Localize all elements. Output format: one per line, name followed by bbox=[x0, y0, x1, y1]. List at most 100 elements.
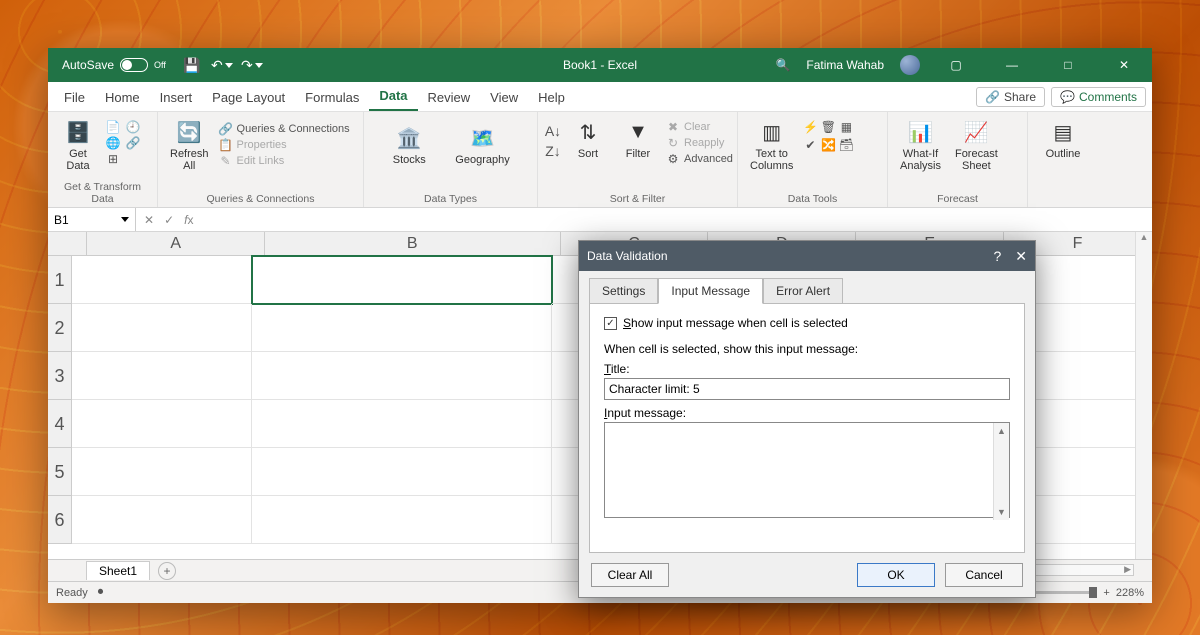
sort-button[interactable]: ⇅ Sort bbox=[566, 116, 610, 162]
comments-button[interactable]: 💬 Comments bbox=[1051, 87, 1146, 107]
from-table-icon[interactable]: ⊞ bbox=[106, 152, 120, 166]
row-header-5[interactable]: 5 bbox=[48, 448, 72, 496]
col-header-B[interactable]: B bbox=[265, 232, 561, 256]
tab-page-layout[interactable]: Page Layout bbox=[202, 84, 295, 111]
from-web-icon[interactable]: 🌐 bbox=[106, 136, 120, 150]
filter-button[interactable]: ▼ Filter bbox=[616, 116, 660, 162]
cell-B5[interactable] bbox=[252, 448, 552, 496]
cell-B6[interactable] bbox=[252, 496, 552, 544]
sort-za-icon[interactable]: Z↓ bbox=[546, 144, 560, 158]
textarea-scrollbar[interactable]: ▲ ▼ bbox=[993, 423, 1009, 520]
tab-home[interactable]: Home bbox=[95, 84, 150, 111]
consolidate-icon[interactable]: ▦ bbox=[839, 120, 853, 134]
tab-review[interactable]: Review bbox=[418, 84, 481, 111]
data-model-icon[interactable]: 🗃 bbox=[839, 138, 853, 152]
row-header-1[interactable]: 1 bbox=[48, 256, 72, 304]
forecast-sheet-button[interactable]: 📈 Forecast Sheet bbox=[951, 116, 1002, 174]
stocks-button[interactable]: 🏛️ Stocks bbox=[387, 122, 431, 168]
dialog-titlebar[interactable]: Data Validation ? ✕ bbox=[579, 241, 1035, 271]
user-name[interactable]: Fatima Wahab bbox=[806, 58, 884, 72]
tab-help[interactable]: Help bbox=[528, 84, 575, 111]
dialog-help-icon[interactable]: ? bbox=[993, 248, 1001, 265]
row-header-3[interactable]: 3 bbox=[48, 352, 72, 400]
cell-A1[interactable] bbox=[72, 256, 252, 304]
cell-B3[interactable] bbox=[252, 352, 552, 400]
cell-B2[interactable] bbox=[252, 304, 552, 352]
flash-fill-icon[interactable]: ⚡ bbox=[803, 120, 817, 134]
col-header-A[interactable]: A bbox=[87, 232, 264, 256]
select-all-corner[interactable] bbox=[48, 232, 87, 256]
dialog-tab-error-alert[interactable]: Error Alert bbox=[763, 278, 843, 304]
cell-B4[interactable] bbox=[252, 400, 552, 448]
checkbox-icon[interactable]: ✓ bbox=[604, 317, 617, 330]
minimize-button[interactable]: — bbox=[992, 48, 1032, 82]
data-validation-icon[interactable]: ✔ bbox=[803, 138, 817, 152]
zoom-in-button[interactable]: + bbox=[1103, 587, 1109, 599]
input-message-textarea[interactable] bbox=[604, 422, 1010, 518]
share-button[interactable]: 🔗 Share bbox=[976, 87, 1045, 107]
add-sheet-button[interactable]: + bbox=[158, 562, 176, 580]
get-data-button[interactable]: 🗄️ Get Data bbox=[56, 116, 100, 174]
clear-icon: ✖ bbox=[666, 120, 680, 134]
search-icon[interactable]: 🔍 bbox=[775, 58, 790, 72]
cancel-button[interactable]: Cancel bbox=[945, 563, 1023, 587]
advanced-filter-button[interactable]: ⚙Advanced bbox=[666, 152, 733, 166]
undo-icon[interactable]: ↶ bbox=[214, 57, 230, 73]
show-input-message-checkbox[interactable]: ✓ Show input message when cell is select… bbox=[604, 316, 1010, 330]
what-if-analysis-button[interactable]: 📊 What-If Analysis bbox=[896, 116, 945, 174]
cell-A4[interactable] bbox=[72, 400, 252, 448]
tab-file[interactable]: File bbox=[54, 84, 95, 111]
tab-insert[interactable]: Insert bbox=[150, 84, 203, 111]
confirm-edit-icon[interactable]: ✓ bbox=[164, 213, 174, 227]
redo-icon[interactable]: ↷ bbox=[244, 57, 260, 73]
user-avatar[interactable] bbox=[900, 55, 920, 75]
outline-button[interactable]: ▤ Outline bbox=[1041, 116, 1085, 162]
scroll-up-icon[interactable]: ▲ bbox=[1136, 232, 1152, 248]
macro-record-icon[interactable]: ⏺ bbox=[98, 586, 104, 599]
name-box-dropdown-icon[interactable] bbox=[121, 217, 129, 222]
clear-filter-button: ✖Clear bbox=[666, 120, 733, 134]
cell-A3[interactable] bbox=[72, 352, 252, 400]
tab-data[interactable]: Data bbox=[369, 82, 417, 111]
existing-connections-icon[interactable]: 🔗 bbox=[126, 136, 140, 150]
cell-A2[interactable] bbox=[72, 304, 252, 352]
refresh-all-button[interactable]: 🔄 Refresh All bbox=[166, 116, 213, 174]
autosave-switch-icon[interactable] bbox=[120, 58, 148, 72]
sort-az-icon[interactable]: A↓ bbox=[546, 124, 560, 138]
dialog-tab-input-message[interactable]: Input Message bbox=[658, 278, 763, 304]
maximize-button[interactable]: □ bbox=[1048, 48, 1088, 82]
fx-icon[interactable]: fx bbox=[184, 213, 193, 227]
from-text-icon[interactable]: 📄 bbox=[106, 120, 120, 134]
vertical-scrollbar[interactable]: ▲ bbox=[1135, 232, 1152, 559]
relationships-icon[interactable]: 🔀 bbox=[821, 138, 835, 152]
row-header-2[interactable]: 2 bbox=[48, 304, 72, 352]
geography-button[interactable]: 🗺️ Geography bbox=[451, 122, 513, 168]
cancel-edit-icon[interactable]: ✕ bbox=[144, 213, 154, 227]
scroll-down-icon[interactable]: ▼ bbox=[994, 504, 1009, 520]
row-header-4[interactable]: 4 bbox=[48, 400, 72, 448]
row-header-6[interactable]: 6 bbox=[48, 496, 72, 544]
remove-duplicates-icon[interactable]: 🗑 bbox=[821, 120, 835, 134]
autosave-toggle[interactable]: AutoSave Off bbox=[62, 58, 166, 72]
cell-A6[interactable] bbox=[72, 496, 252, 544]
cell-A5[interactable] bbox=[72, 448, 252, 496]
close-button[interactable]: ✕ bbox=[1104, 48, 1144, 82]
queries-connections-button[interactable]: 🔗Queries & Connections bbox=[219, 122, 350, 136]
tab-formulas[interactable]: Formulas bbox=[295, 84, 369, 111]
reapply-button: ↻Reapply bbox=[666, 136, 733, 150]
text-to-columns-button[interactable]: ▥ Text to Columns bbox=[746, 116, 797, 174]
dialog-close-icon[interactable]: ✕ bbox=[1015, 248, 1027, 265]
cell-B1[interactable] bbox=[252, 256, 552, 304]
scroll-up-icon[interactable]: ▲ bbox=[994, 423, 1009, 439]
name-box[interactable]: B1 bbox=[48, 208, 136, 231]
ok-button[interactable]: OK bbox=[857, 563, 935, 587]
sheet-tab-1[interactable]: Sheet1 bbox=[86, 561, 150, 580]
zoom-value[interactable]: 228% bbox=[1116, 587, 1144, 599]
dialog-tab-settings[interactable]: Settings bbox=[589, 278, 658, 304]
save-icon[interactable]: 💾 bbox=[184, 57, 200, 73]
title-input[interactable] bbox=[604, 378, 1010, 400]
tab-view[interactable]: View bbox=[480, 84, 528, 111]
recent-sources-icon[interactable]: 🕘 bbox=[126, 120, 140, 134]
ribbon-display-options-icon[interactable]: ▢ bbox=[936, 48, 976, 82]
clear-all-button[interactable]: Clear All bbox=[591, 563, 669, 587]
